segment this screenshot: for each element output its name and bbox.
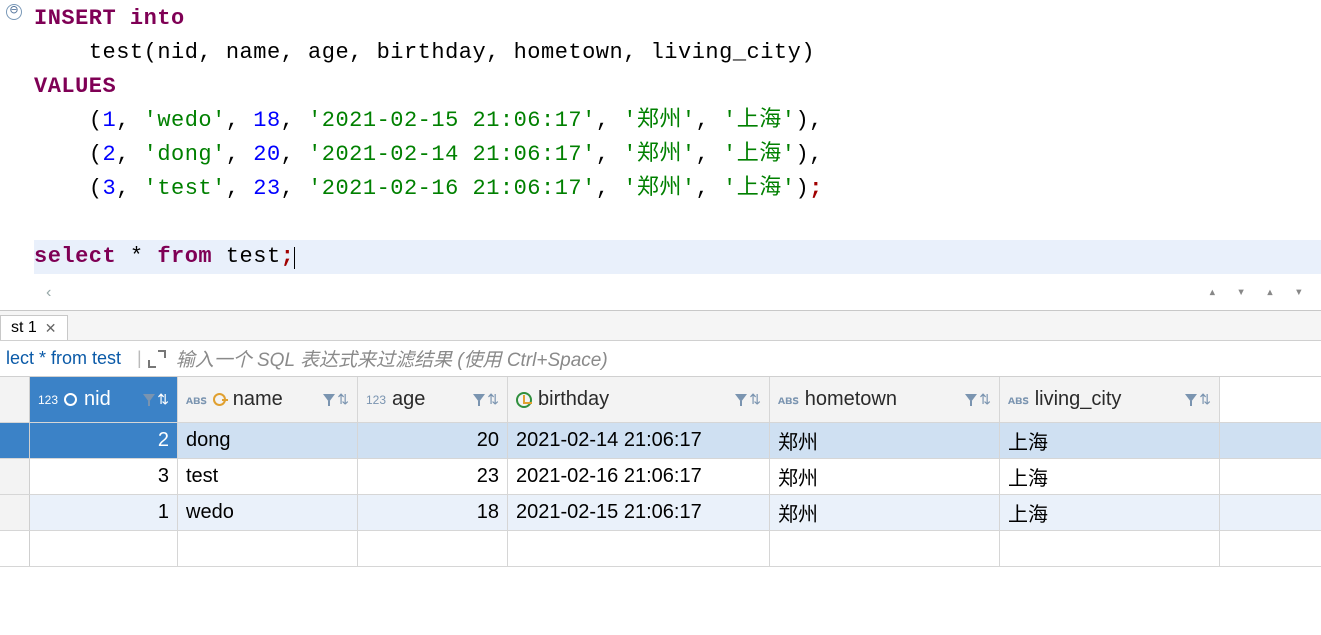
- cell-age[interactable]: 18: [358, 495, 508, 530]
- cell-nid[interactable]: 1: [30, 495, 178, 530]
- cell-living-city[interactable]: 上海: [1000, 423, 1220, 458]
- cell-living-city[interactable]: 上海: [1000, 495, 1220, 530]
- scroll-left-icon[interactable]: ‹: [44, 284, 54, 302]
- expand-icon[interactable]: [148, 350, 166, 368]
- filter-query-label: lect * from test: [6, 348, 131, 369]
- cell-birthday[interactable]: 2021-02-15 21:06:17: [508, 495, 770, 530]
- row-handle[interactable]: [0, 495, 30, 530]
- code-area[interactable]: INSERT into test(nid, name, age, birthda…: [0, 0, 1321, 280]
- text-type-icon: ᴀʙꜱ: [186, 393, 207, 407]
- row-handle[interactable]: [0, 423, 30, 458]
- col-label: living_city: [1035, 388, 1122, 411]
- col-label: birthday: [538, 388, 609, 411]
- filter-icon[interactable]: [1185, 394, 1197, 406]
- filter-input[interactable]: 输入一个 SQL 表达式来过滤结果 (使用 Ctrl+Space): [176, 345, 1315, 372]
- empty-row: [0, 531, 1321, 567]
- cell-name[interactable]: test: [178, 459, 358, 494]
- filter-icon[interactable]: [965, 394, 977, 406]
- table-row[interactable]: 2 dong 20 2021-02-14 21:06:17 郑州 上海: [0, 423, 1321, 459]
- keyword-into: into: [130, 6, 185, 31]
- result-grid: 123nid ⇅ ᴀʙꜱname ⇅ 123age ⇅ birthday ⇅ ᴀ…: [0, 376, 1321, 567]
- text-type-icon: ᴀʙꜱ: [1008, 393, 1029, 407]
- sql-editor[interactable]: ⊖ INSERT into test(nid, name, age, birth…: [0, 0, 1321, 310]
- cell-living-city[interactable]: 上海: [1000, 459, 1220, 494]
- key-icon: [64, 393, 78, 407]
- cell-birthday[interactable]: 2021-02-14 21:06:17: [508, 423, 770, 458]
- table-row[interactable]: 3 test 23 2021-02-16 21:06:17 郑州 上海: [0, 459, 1321, 495]
- col-header-birthday[interactable]: birthday ⇅: [508, 377, 770, 422]
- cell-hometown[interactable]: 郑州: [770, 459, 1000, 494]
- col-header-age[interactable]: 123 age ⇅: [358, 377, 508, 422]
- text-type-icon: ᴀʙꜱ: [778, 393, 799, 407]
- col-header-hometown[interactable]: ᴀʙꜱ hometown ⇅: [770, 377, 1000, 422]
- cell-nid[interactable]: 3: [30, 459, 178, 494]
- filter-icon[interactable]: [473, 394, 485, 406]
- cell-name[interactable]: wedo: [178, 495, 358, 530]
- result-tab-bar: st 1 ✕: [0, 310, 1321, 340]
- keyword-values: VALUES: [34, 74, 116, 99]
- cell-name[interactable]: dong: [178, 423, 358, 458]
- number-type-icon: 123: [38, 393, 58, 407]
- cols-list: nid, name, age, birthday, hometown, livi…: [157, 40, 801, 65]
- filter-icon[interactable]: [735, 394, 747, 406]
- cell-age[interactable]: 23: [358, 459, 508, 494]
- paren-close: ): [801, 40, 815, 65]
- col-label: hometown: [805, 388, 897, 411]
- cell-hometown[interactable]: 郑州: [770, 495, 1000, 530]
- filter-icon[interactable]: [143, 394, 155, 406]
- table-row[interactable]: 1 wedo 18 2021-02-15 21:06:17 郑州 上海: [0, 495, 1321, 531]
- ident-test: test: [89, 40, 144, 65]
- caret-icon: [294, 247, 295, 269]
- sort-icon[interactable]: ⇅: [749, 391, 761, 408]
- sort-icon[interactable]: ⇅: [1199, 391, 1211, 408]
- cell-hometown[interactable]: 郑州: [770, 423, 1000, 458]
- row-handle: [0, 531, 30, 566]
- fold-icon[interactable]: ⊖: [6, 4, 22, 20]
- keyword-select: select: [34, 244, 116, 269]
- col-label: name: [233, 388, 283, 411]
- sort-icon[interactable]: ⇅: [337, 391, 349, 408]
- close-icon[interactable]: ✕: [45, 320, 57, 337]
- sort-icon[interactable]: ⇅: [979, 391, 991, 408]
- cell-birthday[interactable]: 2021-02-16 21:06:17: [508, 459, 770, 494]
- col-header-nid[interactable]: 123 nid ⇅: [30, 377, 178, 422]
- str: 'wedo': [144, 108, 226, 133]
- current-line: select * from test;: [34, 240, 1321, 274]
- keyword-from: from: [157, 244, 212, 269]
- result-tab[interactable]: st 1 ✕: [0, 315, 68, 340]
- number-type-icon: 123: [366, 393, 386, 407]
- scroll-nav-icons[interactable]: ▴ ▾ ▴ ▾: [1208, 284, 1309, 302]
- col-header-living-city[interactable]: ᴀʙꜱ living_city ⇅: [1000, 377, 1220, 422]
- separator: |: [131, 348, 148, 369]
- row-handle[interactable]: [0, 459, 30, 494]
- col-label: nid: [84, 388, 111, 411]
- header-row: 123 nid ⇅ ᴀʙꜱ name ⇅ 123 age ⇅ birthday ⇅ ᴀ…: [0, 377, 1321, 423]
- key-icon: [213, 393, 227, 407]
- sort-icon[interactable]: ⇅: [157, 391, 169, 408]
- cell-nid[interactable]: 2: [30, 423, 178, 458]
- corner-cell[interactable]: [0, 377, 30, 422]
- col-header-name[interactable]: ᴀʙꜱ name ⇅: [178, 377, 358, 422]
- datetime-type-icon: [516, 392, 532, 408]
- num: 1: [103, 108, 117, 133]
- result-tab-label: st 1: [11, 319, 37, 337]
- sort-icon[interactable]: ⇅: [487, 391, 499, 408]
- filter-icon[interactable]: [323, 394, 335, 406]
- paren-open: (: [144, 40, 158, 65]
- keyword-insert: INSERT: [34, 6, 116, 31]
- cell-age[interactable]: 20: [358, 423, 508, 458]
- editor-status-row: ‹ ▴ ▾ ▴ ▾: [0, 280, 1321, 310]
- col-label: age: [392, 388, 425, 411]
- filter-bar: lect * from test | 输入一个 SQL 表达式来过滤结果 (使用…: [0, 340, 1321, 376]
